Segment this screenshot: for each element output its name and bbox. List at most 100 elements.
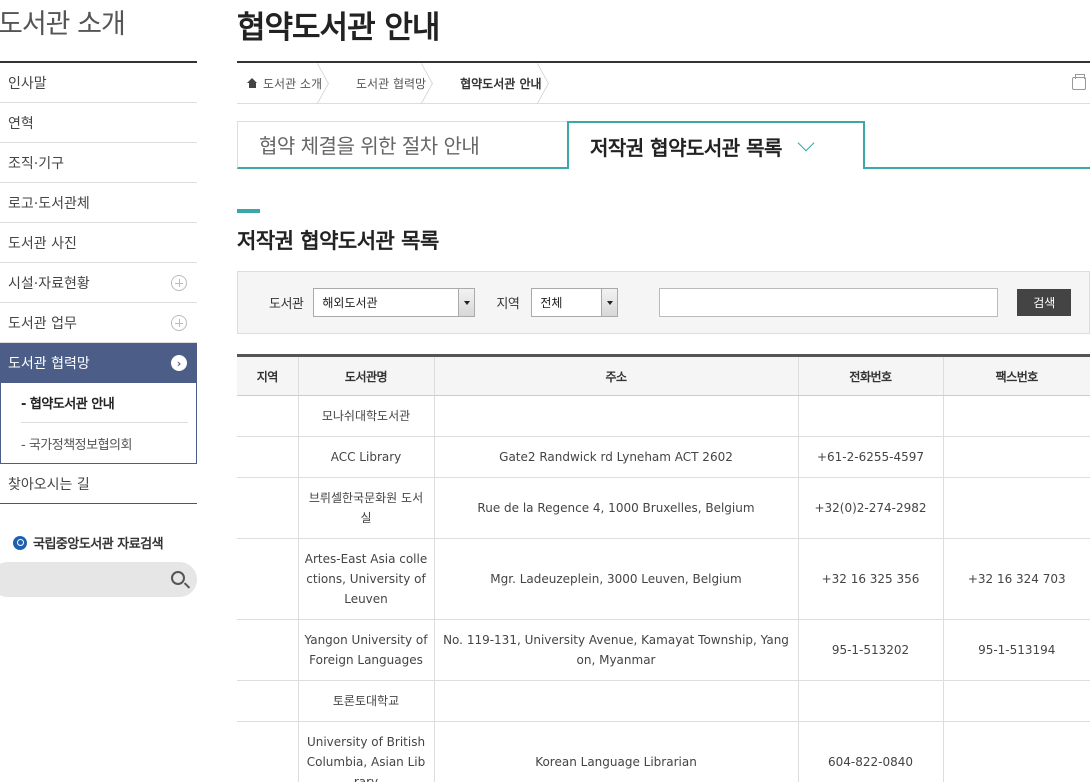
- plus-icon[interactable]: [171, 274, 187, 291]
- cell-library-name: 브뤼셀한국문화원 도서실: [298, 477, 435, 539]
- sidebar-item-label: 도서관 업무: [8, 315, 77, 332]
- cell-phone: [798, 395, 944, 437]
- cell-fax: 95-1-513194: [943, 619, 1090, 681]
- search-button[interactable]: 검색: [1017, 289, 1072, 316]
- sidebar-item-logo[interactable]: 로고·도서관체: [0, 183, 197, 223]
- breadcrumb: 도서관 소개 도서관 협력망 협약도서관 안내: [237, 61, 1090, 104]
- cell-library-name: 모나쉬대학도서관: [298, 395, 435, 437]
- breadcrumb-current: 협약도서관 안내: [448, 63, 563, 104]
- tab-bar: 협약 체결을 위한 절차 안내 저작권 협약도서관 목록: [237, 121, 1090, 169]
- tab-underline: [865, 167, 1090, 169]
- cell-region: [237, 721, 299, 782]
- table-row: ACC Library Gate2 Randwick rd Lyneham AC…: [237, 436, 1090, 478]
- cell-library-name: 토론토대학교: [298, 680, 435, 722]
- tab-library-list[interactable]: 저작권 협약도서관 목록: [567, 121, 865, 169]
- cell-library-name: ACC Library: [298, 436, 435, 478]
- table-row: Artes-East Asia collections, University …: [237, 538, 1090, 620]
- sidebar-menu: 인사말 연혁 조직·기구 로고·도서관체 도서관 사진 시설·자료현황 도서관 …: [0, 61, 197, 504]
- table-row: 모나쉬대학도서관: [237, 395, 1090, 437]
- sidebar-item-directions[interactable]: 찾아오시는 길: [0, 464, 197, 504]
- cell-phone: 604-822-0840: [798, 721, 944, 782]
- region-label: 지역: [496, 297, 520, 312]
- cell-region: [237, 680, 299, 722]
- catalog-search-input[interactable]: [0, 562, 197, 597]
- breadcrumb-home[interactable]: 도서관 소개: [237, 63, 344, 104]
- column-header: 도서관명: [298, 355, 435, 396]
- cell-fax: [943, 721, 1090, 782]
- cell-phone: [798, 680, 944, 722]
- column-header: 지역: [237, 355, 299, 396]
- sidebar: 도서관 소개 인사말 연혁 조직·기구 로고·도서관체 도서관 사진 시설·자료…: [0, 0, 197, 782]
- cell-address: Korean Language Librarian: [434, 721, 799, 782]
- sidebar-item-photos[interactable]: 도서관 사진: [0, 223, 197, 263]
- library-select[interactable]: 해외도서관: [313, 288, 476, 317]
- column-header: 주소: [434, 355, 799, 396]
- cell-fax: [943, 395, 1090, 437]
- tab-procedure[interactable]: 협약 체결을 위한 절차 안내: [237, 121, 567, 169]
- tab-label: 저작권 협약도서관 목록: [590, 135, 782, 160]
- cell-library-name: University of British Columbia, Asian Li…: [298, 721, 435, 782]
- cell-fax: +32 16 324 703: [943, 538, 1090, 620]
- home-icon: [247, 78, 258, 88]
- cell-library-name: Yangon University of Foreign Languages: [298, 619, 435, 681]
- sidebar-subitem-policy-council[interactable]: - 국가정책정보협의회: [21, 423, 188, 463]
- table-row: University of British Columbia, Asian Li…: [237, 721, 1090, 782]
- catalog-search-label: 국립중앙도서관 자료검색: [13, 533, 164, 552]
- breadcrumb-network[interactable]: 도서관 협력망: [344, 63, 448, 104]
- sidebar-item-organization[interactable]: 조직·기구: [0, 143, 197, 183]
- cell-address: Mgr. Ladeuzeplein, 3000 Leuven, Belgium: [434, 538, 799, 620]
- table-row: 토론토대학교: [237, 680, 1090, 722]
- cell-address: Rue de la Regence 4, 1000 Bruxelles, Bel…: [434, 477, 799, 539]
- cell-library-name: Artes-East Asia collections, University …: [298, 538, 435, 620]
- sidebar-item-network[interactable]: 도서관 협력망 ›: [0, 343, 197, 383]
- dropdown-arrow-icon[interactable]: [601, 289, 618, 316]
- cell-fax: [943, 436, 1090, 478]
- section-title: 저작권 협약도서관 목록: [237, 229, 439, 253]
- region-select-value: 전체: [540, 296, 563, 310]
- section-accent-bar: [237, 209, 260, 213]
- cell-fax: [943, 477, 1090, 539]
- library-label: 도서관: [269, 297, 304, 312]
- cell-region: [237, 538, 299, 620]
- column-header: 팩스번호: [943, 355, 1090, 396]
- sidebar-item-label: 인사말: [8, 75, 47, 92]
- cell-address: Gate2 Randwick rd Lyneham ACT 2602: [434, 436, 799, 478]
- main-content: 협약도서관 안내 도서관 소개 도서관 협력망 협약도서관 안내 협약 체결을 …: [237, 0, 1090, 782]
- cell-address: [434, 395, 799, 437]
- library-table: 지역 도서관명 주소 전화번호 팩스번호 모나쉬대학도서관 ACC Librar…: [237, 354, 1090, 782]
- region-select[interactable]: 전체: [531, 288, 619, 317]
- cell-region: [237, 395, 299, 437]
- sidebar-item-label: 도서관 사진: [8, 235, 77, 252]
- library-select-value: 해외도서관: [322, 296, 378, 310]
- magnifier-icon[interactable]: [171, 571, 185, 585]
- print-icon[interactable]: [1072, 74, 1086, 90]
- sidebar-submenu: - 협약도서관 안내 - 국가정책정보협의회: [0, 383, 197, 464]
- sidebar-item-history[interactable]: 연혁: [0, 103, 197, 143]
- table-header-row: 지역 도서관명 주소 전화번호 팩스번호: [237, 355, 1090, 396]
- catalog-search-text: 국립중앙도서관 자료검색: [33, 537, 164, 552]
- sidebar-item-greeting[interactable]: 인사말: [0, 63, 197, 103]
- cell-region: [237, 436, 299, 478]
- sidebar-item-work[interactable]: 도서관 업무: [0, 303, 197, 343]
- breadcrumb-label: 도서관 협력망: [356, 76, 427, 91]
- cell-phone: +61-2-6255-4597: [798, 436, 944, 478]
- chevron-right-icon: ›: [171, 355, 187, 371]
- cell-fax: [943, 680, 1090, 722]
- sidebar-item-facilities[interactable]: 시설·자료현황: [0, 263, 197, 303]
- column-header: 전화번호: [798, 355, 944, 396]
- tab-label: 협약 체결을 위한 절차 안내: [259, 134, 480, 158]
- plus-icon[interactable]: [171, 314, 187, 331]
- sidebar-item-label: 찾아오시는 길: [8, 476, 90, 493]
- dropdown-arrow-icon[interactable]: [458, 289, 475, 316]
- breadcrumb-label: 협약도서관 안내: [460, 76, 542, 91]
- cell-phone: +32 16 325 356: [798, 538, 944, 620]
- sidebar-item-label: 연혁: [8, 115, 34, 132]
- cell-address: [434, 680, 799, 722]
- table-row: 브뤼셀한국문화원 도서실 Rue de la Regence 4, 1000 B…: [237, 477, 1090, 539]
- breadcrumb-label: 도서관 소개: [263, 76, 323, 91]
- search-panel: 도서관 해외도서관 지역 전체 검색: [237, 271, 1090, 334]
- keyword-input[interactable]: [659, 288, 999, 317]
- cell-address: No. 119-131, University Avenue, Kamayat …: [434, 619, 799, 681]
- sidebar-item-label: 도서관 협력망: [8, 356, 90, 372]
- sidebar-subitem-partner-libraries[interactable]: - 협약도서관 안내: [21, 383, 188, 423]
